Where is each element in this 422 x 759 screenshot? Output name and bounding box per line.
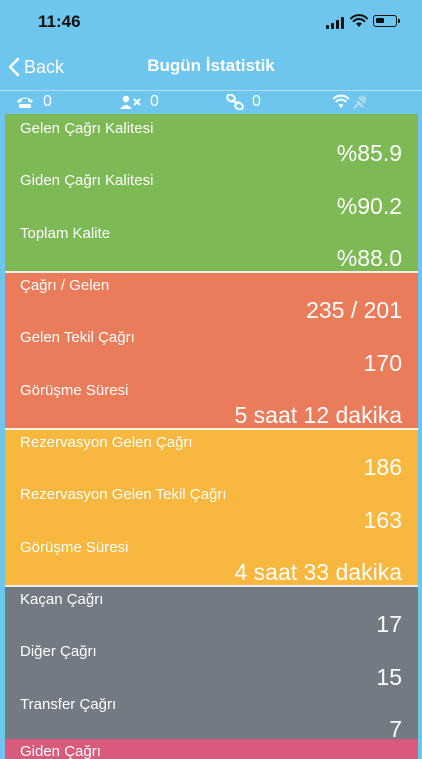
stat-label: Transfer Çağrı	[20, 696, 117, 713]
outgoing-calls-section: Giden Çağrı	[5, 739, 418, 759]
status-time: 11:46	[38, 12, 81, 31]
indicator-phone-value: 0	[43, 93, 52, 110]
stat-label: Giden Çağrı	[20, 743, 101, 759]
indicator-user-x-value: 0	[150, 93, 159, 110]
stat-value: %88.0	[336, 245, 402, 271]
stat-label: Çağrı / Gelen	[20, 277, 110, 294]
battery-icon	[373, 15, 397, 27]
nav-bar: Back Bugün İstatistik	[0, 44, 422, 88]
wifi-icon	[350, 14, 368, 27]
stat-label: Gelen Tekil Çağrı	[20, 329, 135, 346]
status-indicators: 0 0 0	[0, 90, 422, 115]
section-divider	[5, 271, 418, 273]
stat-value: %85.9	[336, 140, 402, 166]
stat-value: 17	[376, 611, 402, 637]
indicator-connection	[332, 93, 378, 109]
section-divider	[5, 428, 418, 430]
indicator-user-x: 0	[120, 93, 159, 111]
stat-label: Toplam Kalite	[20, 225, 111, 242]
incoming-calls-section: Çağrı / Gelen 235 / 201 Gelen Tekil Çağr…	[5, 271, 418, 428]
user-x-icon	[120, 95, 141, 109]
section-divider	[5, 585, 418, 587]
stats-list: Gelen Çağrı Kalitesi %85.9 Giden Çağrı K…	[5, 114, 418, 742]
stat-value: 170	[363, 350, 402, 376]
stat-value: 186	[363, 454, 402, 480]
indicator-link-value: 0	[252, 93, 261, 110]
quality-section: Gelen Çağrı Kalitesi %85.9 Giden Çağrı K…	[5, 114, 418, 271]
link-icon	[226, 94, 244, 110]
stat-label: Giden Çağrı Kalitesi	[20, 172, 154, 189]
cellular-signal-icon	[326, 17, 346, 29]
stat-value: 4 saat 33 dakika	[234, 559, 402, 585]
stat-value: 235 / 201	[306, 297, 402, 323]
phone-icon	[17, 97, 33, 108]
stat-value: 5 saat 12 dakika	[234, 402, 402, 428]
missed-calls-section: Kaçan Çağrı 17 Diğer Çağrı 15 Transfer Ç…	[5, 585, 418, 742]
stat-label: Diğer Çağrı	[20, 643, 97, 660]
indicator-link: 0	[226, 93, 261, 111]
stat-value: 15	[376, 664, 402, 690]
stat-label: Rezervasyon Gelen Tekil Çağrı	[20, 486, 227, 503]
stat-label: Görüşme Süresi	[20, 539, 129, 556]
stat-label: Rezervasyon Gelen Çağrı	[20, 434, 193, 451]
stat-value: 163	[363, 507, 402, 533]
reservation-section: Rezervasyon Gelen Çağrı 186 Rezervasyon …	[5, 428, 418, 585]
stat-label: Görüşme Süresi	[20, 382, 129, 399]
stat-label: Kaçan Çağrı	[20, 591, 104, 608]
status-bar: 11:46	[0, 0, 422, 44]
stat-label: Gelen Çağrı Kalitesi	[20, 120, 154, 137]
stat-value: %90.2	[336, 193, 402, 219]
indicator-phone: 0	[15, 93, 52, 111]
wifi-plug-icon	[332, 94, 367, 109]
page-title: Bugün İstatistik	[147, 56, 275, 75]
